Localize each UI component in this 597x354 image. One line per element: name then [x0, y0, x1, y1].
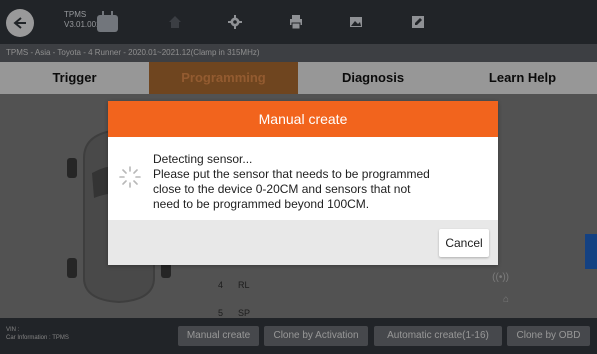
manual-create-dialog: Manual create Detecting sensor... Please… — [108, 101, 498, 265]
loading-spinner-icon — [119, 166, 141, 188]
instruction-line: Please put the sensor that needs to be p… — [153, 167, 430, 181]
dialog-footer: Cancel — [108, 220, 498, 265]
instruction-line: close to the device 0-20CM and sensors t… — [153, 182, 411, 196]
detecting-sensor-text: Detecting sensor... — [153, 152, 253, 166]
dialog-message: Detecting sensor... Please put the senso… — [153, 152, 493, 212]
dialog-title: Manual create — [108, 101, 498, 137]
cancel-button[interactable]: Cancel — [439, 229, 489, 257]
instruction-line: need to be programmed beyond 100CM. — [153, 197, 370, 211]
